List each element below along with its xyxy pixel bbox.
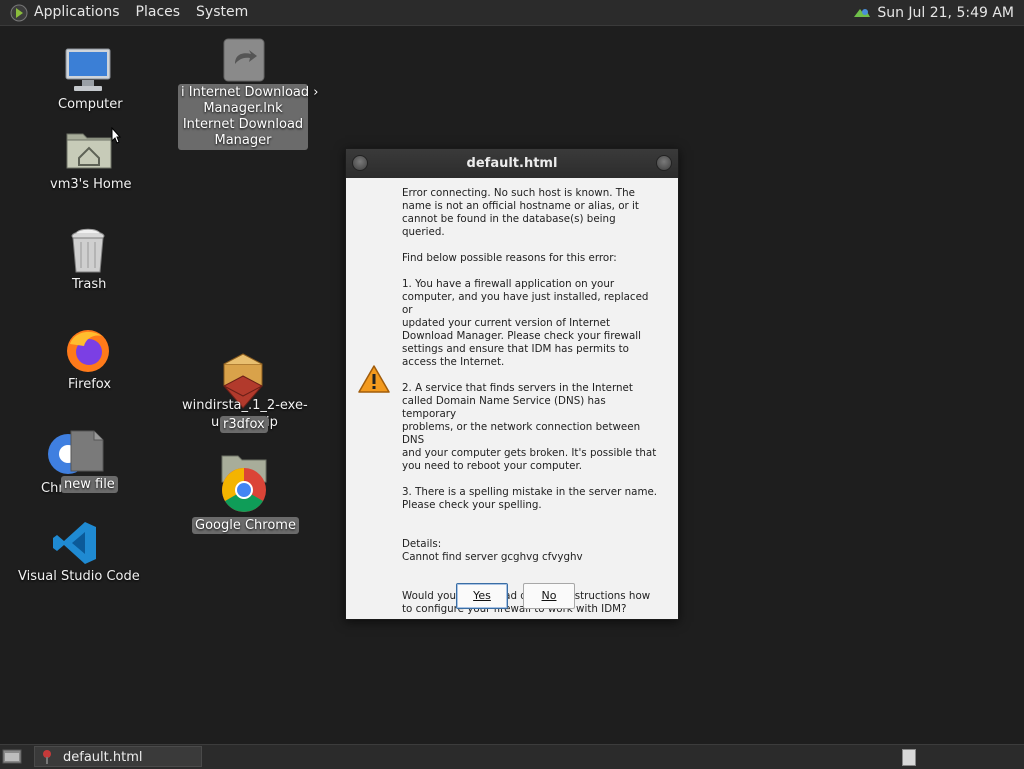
menu-system[interactable]: System (188, 0, 256, 25)
desktop-icon-computer[interactable]: Computer (44, 44, 134, 116)
idm-lnk-line2: Manager.lnk (203, 101, 283, 116)
computer-icon (65, 48, 111, 91)
vscode-icon (53, 522, 96, 564)
show-desktop-icon[interactable] (2, 748, 22, 765)
panel-menu: Applications Places System (0, 0, 256, 25)
no-button[interactable]: No (523, 583, 575, 609)
desktop-label-new-file: new file (61, 476, 118, 493)
desktop-label-computer: Computer (58, 97, 123, 112)
menu-places[interactable]: Places (128, 0, 189, 25)
dialog-body: Error connecting. No such host is known.… (346, 179, 676, 617)
bottom-taskbar: default.html (0, 744, 1024, 769)
idm-app-icon (43, 750, 51, 764)
desktop-icon-new-file[interactable]: new file (58, 428, 120, 498)
trash-icon (71, 228, 105, 273)
dialog-titlebar[interactable]: default.html (346, 149, 678, 178)
idm-line2: Manager (214, 133, 272, 148)
desktop-label-idm-shortcut: i Internet Download › Manager.lnk Intern… (178, 84, 319, 150)
desktop-label-windirstat-line2-right: ip (266, 415, 278, 430)
yes-button[interactable]: Yes (456, 583, 508, 609)
desktop-label-home: vm3's Home (50, 177, 132, 192)
desktop-label-r3dfox: r3dfox (220, 416, 268, 433)
distro-logo-icon[interactable] (10, 4, 28, 22)
desktop-icon-windirstat[interactable]: windirsta_.1_2-exe- u ip r3dfox (176, 348, 316, 434)
file-icon (70, 430, 104, 472)
mouse-cursor-icon (111, 127, 121, 144)
dialog-title: default.html (466, 156, 558, 171)
clock[interactable]: Sun Jul 21, 5:49 AM (871, 5, 1024, 21)
desktop-label-google-chrome: Google Chrome (192, 517, 299, 534)
desktop-icon-google-chrome[interactable]: Google Chrome (190, 450, 300, 536)
desktop-label-firefox: Firefox (68, 377, 112, 392)
top-panel: Applications Places System Sun Jul 21, 5… (0, 0, 1024, 26)
desktop-icon-vscode[interactable]: Visual Studio Code (14, 518, 140, 588)
idm-lnk-line1: i Internet Download › (181, 85, 319, 100)
warning-icon (358, 365, 390, 393)
network-icon[interactable] (853, 6, 871, 20)
desktop-label-windirstat-line2-left: u (211, 415, 220, 430)
workspace-switcher[interactable] (902, 749, 916, 766)
taskbar-window-default-html[interactable]: default.html (34, 746, 202, 767)
desktop-icon-home[interactable]: vm3's Home (40, 126, 140, 196)
google-chrome-icon (221, 455, 267, 512)
taskbar-window-label: default.html (63, 750, 143, 765)
desktop-icon-trash[interactable]: Trash (54, 226, 124, 296)
desktop-label-windirstat-line1: windirsta_.1_2-exe- (182, 398, 308, 413)
window-menu-button[interactable] (352, 155, 368, 171)
idm-line1: Internet Download (182, 117, 304, 132)
desktop-icon-firefox[interactable]: Firefox (54, 324, 124, 394)
firefox-icon (67, 330, 109, 372)
desktop-label-vscode: Visual Studio Code (18, 569, 140, 584)
system-tray: Sun Jul 21, 5:49 AM (853, 0, 1024, 25)
menu-applications[interactable]: Applications (32, 0, 128, 25)
desktop-label-trash: Trash (72, 277, 107, 292)
window-close-button[interactable] (656, 155, 672, 171)
shortcut-icon (223, 38, 265, 82)
home-folder-icon (66, 133, 112, 169)
desktop-icon-idm-shortcut[interactable]: i Internet Download › Manager.lnk Intern… (176, 38, 319, 152)
dialog-message: Error connecting. No such host is known.… (402, 187, 658, 615)
error-dialog: default.html Error connecting. No such h… (345, 148, 679, 620)
